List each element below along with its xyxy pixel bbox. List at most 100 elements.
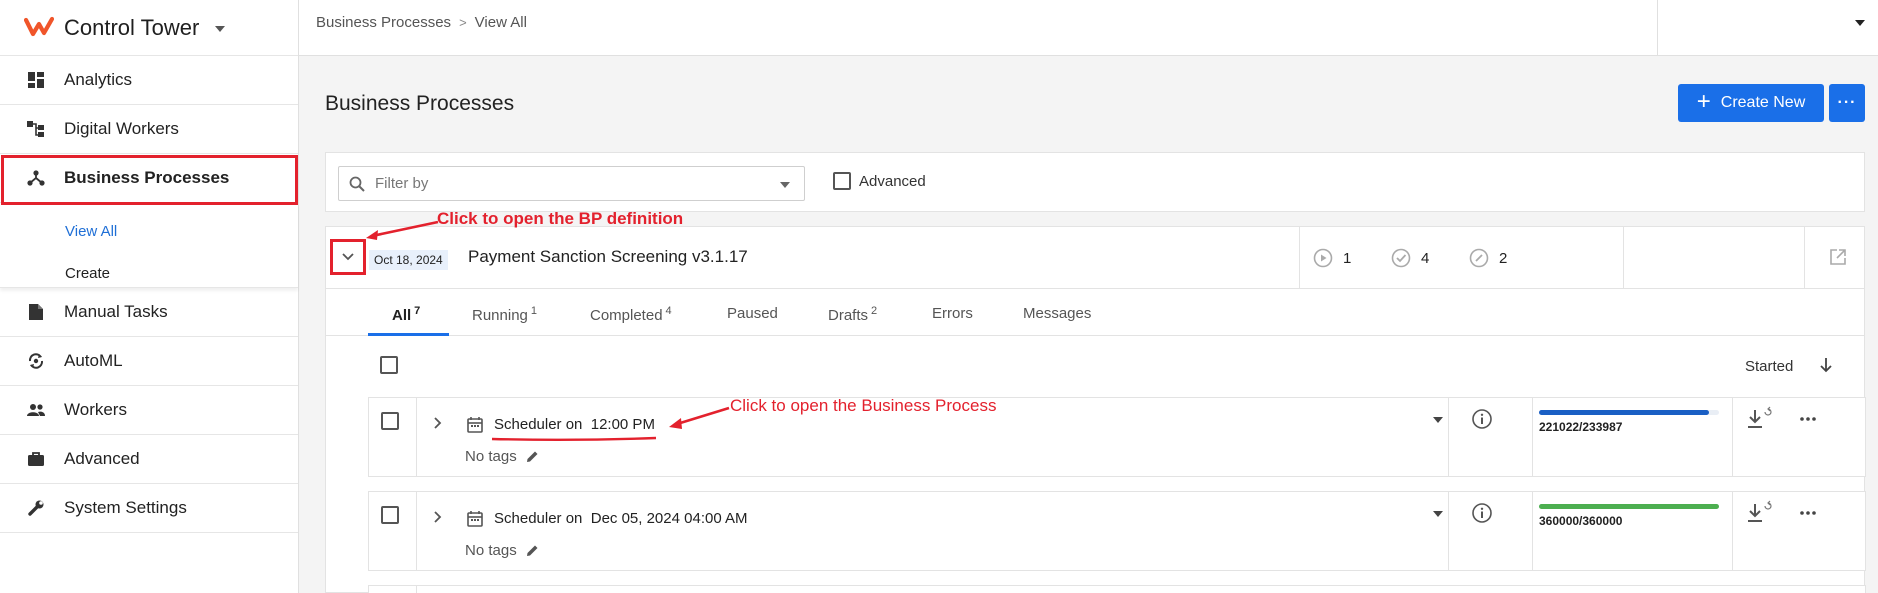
- breadcrumb-business-processes[interactable]: Business Processes: [316, 14, 451, 31]
- list-item[interactable]: Scheduler on 12:00 PM No tags 221022/233…: [368, 397, 1866, 477]
- chevron-right-icon[interactable]: [433, 416, 443, 430]
- tab-count: 1: [530, 305, 538, 317]
- topbar-divider: [1657, 0, 1658, 56]
- row-divider: [1448, 398, 1449, 476]
- dashboard-icon: [26, 70, 46, 90]
- subnav-create[interactable]: Create: [65, 265, 110, 282]
- stat-drafts-count: 2: [1499, 249, 1508, 267]
- app-logo-icon: [24, 16, 54, 36]
- list-item[interactable]: Scheduler on Dec 05, 2024 04:00 AM No ta…: [368, 491, 1866, 571]
- business-process-panel: Oct 18, 2024 Payment Sanction Screening …: [325, 226, 1866, 593]
- arrow-down-icon[interactable]: [1819, 356, 1833, 374]
- row-divider: [1448, 492, 1449, 570]
- select-all-checkbox[interactable]: [380, 356, 398, 374]
- sidebar: Control Tower Analytics Digital Workers …: [0, 0, 299, 593]
- process-icon: [26, 168, 46, 188]
- progress-fill: [1539, 410, 1710, 415]
- stat-completed[interactable]: 4: [1391, 248, 1429, 268]
- sidebar-subnav: View All Create: [0, 203, 298, 288]
- sidebar-item-analytics[interactable]: Analytics: [0, 56, 298, 105]
- row-dropdown-caret-icon[interactable]: [1433, 417, 1443, 423]
- tab-label: Running: [472, 307, 528, 324]
- annotation-business-process: Click to open the Business Process: [730, 396, 997, 415]
- download-icon[interactable]: [1746, 500, 1776, 526]
- row-checkbox[interactable]: [381, 412, 399, 430]
- info-icon[interactable]: [1471, 502, 1493, 524]
- annotation-arrow-process: [669, 406, 730, 429]
- bp-header: Oct 18, 2024 Payment Sanction Screening …: [326, 227, 1864, 289]
- annotation-arrow-bp: [366, 220, 439, 240]
- pencil-icon[interactable]: [525, 450, 539, 464]
- create-new-button[interactable]: + Create New: [1678, 84, 1824, 122]
- more-vertical-icon[interactable]: [1799, 510, 1817, 516]
- row-divider: [1732, 492, 1733, 570]
- open-external-icon[interactable]: [1828, 247, 1848, 267]
- subnav-view-all[interactable]: View All: [65, 223, 117, 240]
- sidebar-item-manual-tasks[interactable]: Manual Tasks: [0, 288, 298, 337]
- briefcase-icon: [26, 449, 46, 469]
- plus-icon: +: [1696, 88, 1711, 115]
- user-menu-caret-icon[interactable]: [1855, 20, 1865, 26]
- more-options-button[interactable]: ···: [1829, 84, 1865, 122]
- sidebar-item-label: Manual Tasks: [64, 302, 168, 321]
- sidebar-item-workers[interactable]: Workers: [0, 386, 298, 435]
- sidebar-item-label: Business Processes: [64, 168, 230, 187]
- row-checkbox-cell: [369, 586, 417, 593]
- sort-label[interactable]: Started: [1745, 358, 1793, 375]
- people-icon: [26, 400, 46, 420]
- row-checkbox[interactable]: [381, 506, 399, 524]
- stat-drafts[interactable]: 2: [1469, 248, 1507, 268]
- row-dropdown-caret-icon[interactable]: [1433, 511, 1443, 517]
- list-item[interactable]: [368, 585, 1866, 593]
- info-icon[interactable]: [1471, 408, 1493, 430]
- schedule-link[interactable]: Scheduler on Dec 05, 2024 04:00 AM: [494, 510, 748, 527]
- filter-panel: Filter by Advanced: [325, 152, 1865, 212]
- sidebar-item-label: Workers: [64, 400, 127, 419]
- stat-running[interactable]: 1: [1313, 248, 1351, 268]
- search-icon: [349, 176, 365, 192]
- row-divider: [1732, 398, 1733, 476]
- sidebar-item-label: Analytics: [64, 70, 133, 89]
- header-divider: [1804, 227, 1805, 289]
- sidebar-item-advanced[interactable]: Advanced: [0, 435, 298, 484]
- header-divider: [1299, 227, 1300, 289]
- filter-input[interactable]: Filter by: [338, 166, 805, 201]
- check-circle-icon: [1391, 248, 1411, 268]
- row-divider: [1532, 398, 1533, 476]
- tab-drafts[interactable]: Drafts 2: [828, 305, 877, 324]
- expand-bp-button[interactable]: [330, 239, 366, 275]
- stat-running-count: 1: [1343, 249, 1352, 267]
- progress-text: 221022/233987: [1539, 420, 1623, 434]
- pencil-icon[interactable]: [525, 544, 539, 558]
- sidebar-item-system-settings[interactable]: System Settings: [0, 484, 298, 533]
- row-checkbox-cell: [369, 492, 417, 570]
- stat-completed-count: 4: [1421, 249, 1430, 267]
- checkbox-icon[interactable]: [833, 172, 851, 190]
- more-vertical-icon[interactable]: [1799, 416, 1817, 422]
- advanced-checkbox[interactable]: Advanced: [833, 172, 926, 190]
- tab-running[interactable]: Running 1: [472, 305, 537, 324]
- sidebar-item-automl[interactable]: AutoML: [0, 337, 298, 386]
- schedule-link[interactable]: Scheduler on 12:00 PM: [494, 416, 655, 433]
- tab-completed[interactable]: Completed 4: [590, 305, 672, 324]
- active-tab-indicator: [368, 333, 449, 336]
- tab-all[interactable]: All 7: [392, 305, 420, 324]
- annotation-underline: [491, 436, 657, 441]
- filter-dropdown-caret-icon[interactable]: [780, 182, 790, 188]
- bp-date-badge: Oct 18, 2024: [369, 250, 448, 270]
- tab-messages[interactable]: Messages: [1023, 305, 1091, 322]
- tags-area: No tags: [465, 542, 539, 559]
- chevron-right-icon[interactable]: [433, 510, 443, 524]
- sidebar-item-digital-workers[interactable]: Digital Workers: [0, 105, 298, 154]
- top-bar: Business Processes > View All: [299, 0, 1878, 56]
- download-icon[interactable]: [1746, 406, 1776, 432]
- breadcrumb-view-all: View All: [474, 14, 527, 31]
- breadcrumb: Business Processes > View All: [316, 14, 527, 31]
- brand-switcher[interactable]: Control Tower: [0, 0, 298, 56]
- sidebar-item-label: System Settings: [64, 498, 187, 517]
- page-title: Business Processes: [325, 92, 515, 115]
- tab-errors[interactable]: Errors: [932, 305, 973, 322]
- bp-title[interactable]: Payment Sanction Screening v3.1.17: [468, 247, 748, 267]
- tab-paused[interactable]: Paused: [727, 305, 778, 322]
- sidebar-item-business-processes[interactable]: Business Processes: [0, 154, 298, 205]
